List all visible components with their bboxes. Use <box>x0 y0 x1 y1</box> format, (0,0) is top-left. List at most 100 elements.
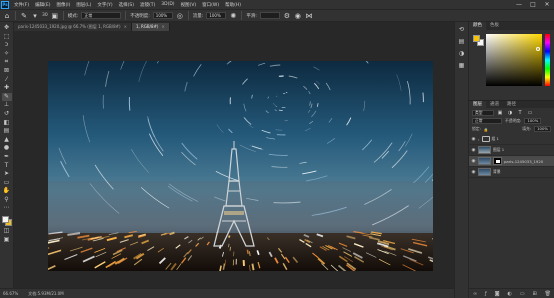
layer-row-layer1[interactable]: ◉ 图层 1 <box>469 145 554 156</box>
mode-select[interactable]: 正常 <box>81 12 122 19</box>
visibility-eye-icon[interactable]: ◉ <box>471 159 476 164</box>
quick-mask-icon[interactable]: ◫ <box>2 227 12 236</box>
layer-row-group[interactable]: ◉ › 组 1 <box>469 134 554 145</box>
close-window-button[interactable]: ✕ <box>540 1 554 8</box>
close-icon[interactable]: × <box>124 24 127 29</box>
adjustments-panel-icon[interactable]: ◑ <box>458 50 466 58</box>
menu-file[interactable]: 文件(F) <box>11 2 32 8</box>
trash-icon[interactable]: 🗑 <box>545 291 551 297</box>
hue-slider[interactable] <box>545 34 550 86</box>
pressure-opacity-icon[interactable]: ◎ <box>176 12 184 20</box>
opacity-field[interactable]: 100% <box>152 12 173 19</box>
color-cursor[interactable] <box>536 47 540 51</box>
adjustment-filter-icon[interactable]: ◑ <box>506 109 514 117</box>
gear-icon[interactable]: ⚙ <box>283 12 291 20</box>
menu-view[interactable]: 视图(V) <box>178 2 200 8</box>
type-filter-icon[interactable]: T <box>516 109 524 117</box>
hand-tool-icon[interactable]: ✋ <box>2 187 12 196</box>
visibility-eye-icon[interactable]: ◉ <box>471 137 476 142</box>
tab-paths[interactable]: 路径 <box>503 101 520 109</box>
menu-layer[interactable]: 图层(L) <box>73 2 94 8</box>
zoom-tool-icon[interactable]: ⚲ <box>2 196 12 205</box>
blur-tool-icon[interactable]: ▲ <box>2 136 12 145</box>
shape-filter-icon[interactable]: ▭ <box>526 109 534 117</box>
adjustment-layer-icon[interactable]: ◐ <box>508 291 512 297</box>
history-panel-icon[interactable]: ⟲ <box>458 26 466 34</box>
maximize-button[interactable]: □ <box>526 1 540 8</box>
visibility-eye-icon[interactable]: ◉ <box>471 148 476 153</box>
eyedropper-tool-icon[interactable]: ⁄ <box>2 76 12 85</box>
tab-channels[interactable]: 通道 <box>486 101 503 109</box>
layer-style-icon[interactable]: ƒ <box>485 291 487 297</box>
canvas-area[interactable] <box>14 31 454 288</box>
layer-row-background[interactable]: ◉ 背景 <box>469 167 554 178</box>
brush-settings-icon[interactable]: ▣ <box>51 12 59 20</box>
lock-icon[interactable]: 🔒 <box>484 127 489 132</box>
tab-active-document[interactable]: 1, RGB/8#) × <box>131 23 170 31</box>
layer-row-paris[interactable]: ◉ paris-1245033_1920 <box>469 156 554 167</box>
document-canvas[interactable] <box>48 61 433 271</box>
menu-help[interactable]: 帮助(H) <box>222 2 244 8</box>
type-tool-icon[interactable]: T <box>2 162 12 171</box>
link-layers-icon[interactable]: ∞ <box>473 291 477 297</box>
pen-tool-icon[interactable]: ✒ <box>2 153 12 162</box>
photoshop-logo[interactable]: Ps <box>1 0 9 9</box>
move-tool-icon[interactable]: ✥ <box>2 24 12 33</box>
menu-type[interactable]: 文字(Y) <box>94 2 115 8</box>
zoom-level[interactable]: 66.67% <box>3 291 18 296</box>
expand-chevron-icon[interactable]: › <box>478 137 480 142</box>
frame-tool-icon[interactable]: ⊠ <box>2 67 12 76</box>
tab-swatches[interactable]: 色板 <box>486 22 503 30</box>
libraries-panel-icon[interactable]: ▦ <box>458 62 466 70</box>
menu-window[interactable]: 窗口(W) <box>199 2 222 8</box>
more-tools-icon[interactable]: ⋯ <box>2 204 12 213</box>
properties-panel-icon[interactable]: ▤ <box>458 38 466 46</box>
layer-kind-filter[interactable]: 类型 <box>472 109 494 116</box>
lasso-tool-icon[interactable]: ↄ <box>2 41 12 50</box>
color-swatches[interactable] <box>1 215 13 227</box>
brush-icon[interactable]: ✎ <box>20 12 28 20</box>
tab-color[interactable]: 颜色 <box>469 22 486 30</box>
close-icon[interactable]: × <box>161 24 164 29</box>
saturation-value-field[interactable] <box>486 34 542 86</box>
layer-opacity-field[interactable]: 100% <box>524 118 542 124</box>
airbrush-icon[interactable]: ✺ <box>229 12 237 20</box>
new-layer-icon[interactable]: ⊞ <box>532 291 536 297</box>
history-brush-tool-icon[interactable]: ↺ <box>2 110 12 119</box>
brush-tool-icon[interactable]: ✎ <box>1 92 12 102</box>
rectangle-tool-icon[interactable]: ▭ <box>2 179 12 188</box>
dodge-tool-icon[interactable]: ● <box>2 144 12 153</box>
screen-mode-icon[interactable]: ▣ <box>2 236 12 245</box>
symmetry-icon[interactable]: ⋈ <box>305 12 313 20</box>
menu-edit[interactable]: 编辑(E) <box>32 2 53 8</box>
chevron-down-icon[interactable]: ▾ <box>31 12 39 20</box>
blend-mode-select[interactable]: 正常 <box>472 118 502 124</box>
home-icon[interactable]: ⌂ <box>3 12 11 20</box>
foreground-color[interactable] <box>1 216 9 224</box>
crop-tool-icon[interactable]: ⌗ <box>2 58 12 67</box>
picker-foreground-swatch[interactable] <box>473 35 480 42</box>
clone-stamp-tool-icon[interactable]: ⊥ <box>2 101 12 110</box>
marquee-tool-icon[interactable]: ⬚ <box>2 33 12 42</box>
pressure-size-icon[interactable]: ◉ <box>294 12 302 20</box>
layer-mask-thumbnail[interactable] <box>493 157 502 165</box>
minimize-button[interactable]: — <box>512 1 526 8</box>
visibility-eye-icon[interactable]: ◉ <box>471 170 476 175</box>
menu-filter[interactable]: 滤镜(T) <box>137 2 158 8</box>
healing-tool-icon[interactable]: ✚ <box>2 84 12 93</box>
tab-paris-document[interactable]: paris-1245033_1920.jpg @ 66.7% (图层 1, RG… <box>14 23 132 31</box>
pixel-filter-icon[interactable]: ▣ <box>496 109 504 117</box>
menu-select[interactable]: 选择(S) <box>116 2 137 8</box>
menu-image[interactable]: 图像(I) <box>53 2 73 8</box>
quick-select-tool-icon[interactable]: ✧ <box>2 50 12 59</box>
new-group-icon[interactable]: ▭ <box>520 291 525 297</box>
menu-3d[interactable]: 3D(D) <box>158 2 177 7</box>
path-select-tool-icon[interactable]: ➤ <box>2 170 12 179</box>
brush-size[interactable]: 30 <box>42 13 48 18</box>
add-mask-icon[interactable]: ◙ <box>495 291 500 297</box>
flow-field[interactable]: 100% <box>206 12 227 19</box>
gradient-tool-icon[interactable]: ▤ <box>2 127 12 136</box>
fill-field[interactable]: 100% <box>534 126 551 132</box>
tab-layers[interactable]: 图层 <box>469 100 486 109</box>
eraser-tool-icon[interactable]: ◧ <box>2 119 12 128</box>
